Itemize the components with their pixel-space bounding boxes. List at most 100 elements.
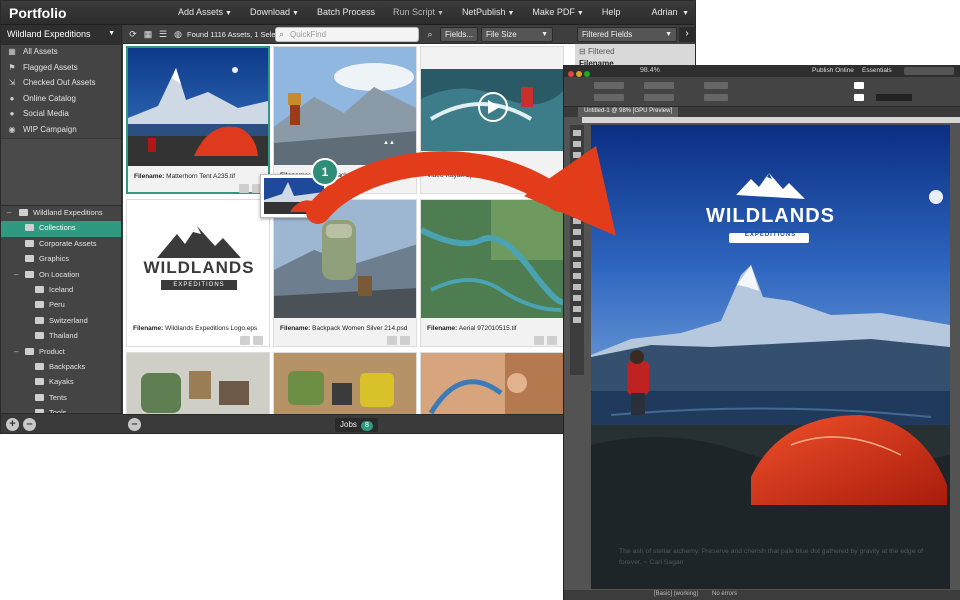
type-tool-icon[interactable] xyxy=(573,174,581,180)
pencil-tool-icon[interactable] xyxy=(573,207,581,213)
tree-item-backpacks[interactable]: Backpacks xyxy=(1,360,121,375)
zoom-level[interactable]: 98.4% xyxy=(640,67,660,74)
asset-grid: Filename: Matterhorn Tent A235.tif ▲▲ ..… xyxy=(123,44,575,414)
tree-item-graphics[interactable]: Graphics xyxy=(1,252,121,267)
rectangle-tool-icon[interactable] xyxy=(573,229,581,235)
asset-card-1[interactable]: Filename: Matterhorn Tent A235.tif xyxy=(126,46,270,194)
search-input[interactable] xyxy=(904,67,954,75)
sidebar-item-wip-campaign[interactable]: ◉ WIP Campaign xyxy=(1,123,121,139)
tree-item-switzerland[interactable]: Switzerland xyxy=(1,314,121,329)
sidebar-item-checked-out-assets[interactable]: ⇲ Checked Out Assets xyxy=(1,76,121,92)
menu-download[interactable]: Download ▼ xyxy=(241,7,308,17)
asset-card-5[interactable]: Filename: Backpack Women Silver 214.psd xyxy=(273,199,417,347)
flag-icon[interactable] xyxy=(387,336,397,345)
globe-icon[interactable]: ◍ xyxy=(173,29,183,39)
asset-filename: Filename: Backpack Women Silver 214.psd xyxy=(280,325,408,332)
refresh-icon[interactable]: ⟳ xyxy=(128,29,138,39)
menu-help[interactable]: Help xyxy=(593,7,630,17)
fields-button[interactable]: Fields... xyxy=(440,27,478,42)
tree-item-kayaks[interactable]: Kayaks xyxy=(1,375,121,390)
tree-item-wildland-expeditions[interactable]: – Wildland Expeditions xyxy=(1,206,121,221)
pen-tool-icon[interactable] xyxy=(573,196,581,202)
free-transform-tool-icon[interactable] xyxy=(573,251,581,257)
stroke-swatch[interactable] xyxy=(854,94,864,101)
asset-card-3[interactable]: Video-Kayak Splash.mov xyxy=(420,46,564,194)
x-field[interactable] xyxy=(594,82,624,89)
stroke-weight-field[interactable] xyxy=(876,94,912,101)
h-field[interactable] xyxy=(644,94,674,101)
menu-add-assets[interactable]: Add Assets ▼ xyxy=(169,7,241,17)
y-field[interactable] xyxy=(594,94,624,101)
user-menu[interactable]: Adrian ▼ xyxy=(652,7,689,17)
grid-view-icon[interactable]: ▦ xyxy=(143,29,153,39)
search-icon[interactable]: ⌕ xyxy=(425,29,435,39)
gap-tool-icon[interactable] xyxy=(573,163,581,169)
lock-icon[interactable] xyxy=(253,336,263,345)
selection-tool-icon[interactable] xyxy=(573,130,581,136)
page-tool-icon[interactable] xyxy=(573,152,581,158)
filtered-fields-select[interactable]: Filtered Fields ▼ xyxy=(577,27,677,42)
hand-tool-icon[interactable] xyxy=(573,295,581,301)
preflight-status[interactable]: No errors xyxy=(712,591,737,597)
flag-icon[interactable] xyxy=(239,184,249,193)
note-tool-icon[interactable] xyxy=(573,273,581,279)
tree-item-product[interactable]: – Product xyxy=(1,345,121,360)
asset-card-8[interactable] xyxy=(273,352,417,414)
document-tab[interactable]: Untitled-1 @ 98% [GPU Preview] xyxy=(578,107,679,117)
tree-item-collections[interactable]: Collections xyxy=(1,221,121,237)
menu-make-pdf[interactable]: Make PDF ▼ xyxy=(523,7,592,17)
flag-icon[interactable] xyxy=(535,183,545,192)
minus-icon[interactable]: – xyxy=(128,418,141,431)
menu-batch-process[interactable]: Batch Process xyxy=(308,7,384,17)
w-field[interactable] xyxy=(644,82,674,89)
eyedropper-tool-icon[interactable] xyxy=(573,284,581,290)
line-tool-icon[interactable] xyxy=(573,185,581,191)
tree-item-corporate-assets[interactable]: Corporate Assets xyxy=(1,237,121,252)
flag-icon[interactable] xyxy=(240,336,250,345)
sidebar-item-social-media[interactable]: ● Social Media xyxy=(1,107,121,123)
chevron-right-icon[interactable]: › xyxy=(679,27,695,42)
sort-field-select[interactable]: File Size ▼ xyxy=(481,27,553,42)
lock-icon[interactable] xyxy=(547,336,557,345)
minus-icon[interactable]: – xyxy=(23,418,36,431)
list-view-icon[interactable]: ☰ xyxy=(158,29,168,39)
logo-brand-text: WILDLANDS xyxy=(143,258,255,277)
plus-icon[interactable]: + xyxy=(6,418,19,431)
jobs-button[interactable]: Jobs 8 xyxy=(335,418,378,432)
folder-icon xyxy=(19,209,28,216)
menu-netpublish[interactable]: NetPublish ▼ xyxy=(453,7,523,17)
rectangle-frame-tool-icon[interactable] xyxy=(573,218,581,224)
sidebar-item-online-catalog[interactable]: ● Online Catalog xyxy=(1,92,121,108)
scale-x-field[interactable] xyxy=(704,82,728,89)
flag-icon[interactable] xyxy=(534,336,544,345)
direct-selection-tool-icon[interactable] xyxy=(573,141,581,147)
tree-item-tents[interactable]: Tents xyxy=(1,391,121,406)
tree-item-iceland[interactable]: Iceland xyxy=(1,283,121,298)
scissors-tool-icon[interactable] xyxy=(573,240,581,246)
tree-item-thailand[interactable]: Thailand xyxy=(1,329,121,344)
asset-card-2[interactable]: ▲▲ Filename: ... Backpack 2017.psd xyxy=(273,46,417,194)
workspace-switcher[interactable]: Essentials xyxy=(862,67,892,74)
lock-icon[interactable] xyxy=(548,183,558,192)
quickfind-field[interactable]: ⌕ xyxy=(275,27,419,42)
menu-run-script[interactable]: Run Script ▼ xyxy=(384,7,453,17)
sidebar-item-flagged-assets[interactable]: ⚑ Flagged Assets xyxy=(1,61,121,77)
sidebar-item-all-assets[interactable]: ▦ All Assets xyxy=(1,45,121,61)
asset-card-7[interactable] xyxy=(126,352,270,414)
fill-stroke-icon[interactable] xyxy=(573,317,581,323)
quickfind-input[interactable] xyxy=(290,29,416,40)
tree-item-on-location[interactable]: – On Location xyxy=(1,268,121,283)
asset-card-9[interactable] xyxy=(420,352,564,414)
asset-card-4[interactable]: WILDLANDS EXPEDITIONS Filename: Wildland… xyxy=(126,199,270,347)
scale-y-field[interactable] xyxy=(704,94,728,101)
gradient-tool-icon[interactable] xyxy=(573,262,581,268)
publish-online-button[interactable]: Publish Online xyxy=(812,67,854,74)
search-icon: ⌕ xyxy=(279,29,285,39)
lock-icon[interactable] xyxy=(400,336,410,345)
fill-swatch[interactable] xyxy=(854,82,864,89)
zoom-tool-icon[interactable] xyxy=(573,306,581,312)
tree-item-peru[interactable]: Peru xyxy=(1,298,121,313)
style-status[interactable]: [Basic] (working) xyxy=(654,591,698,597)
asset-card-6[interactable]: Filename: Aerial 972010515.tif xyxy=(420,199,564,347)
catalog-selector[interactable]: Wildland Expeditions ▼ xyxy=(1,25,121,45)
